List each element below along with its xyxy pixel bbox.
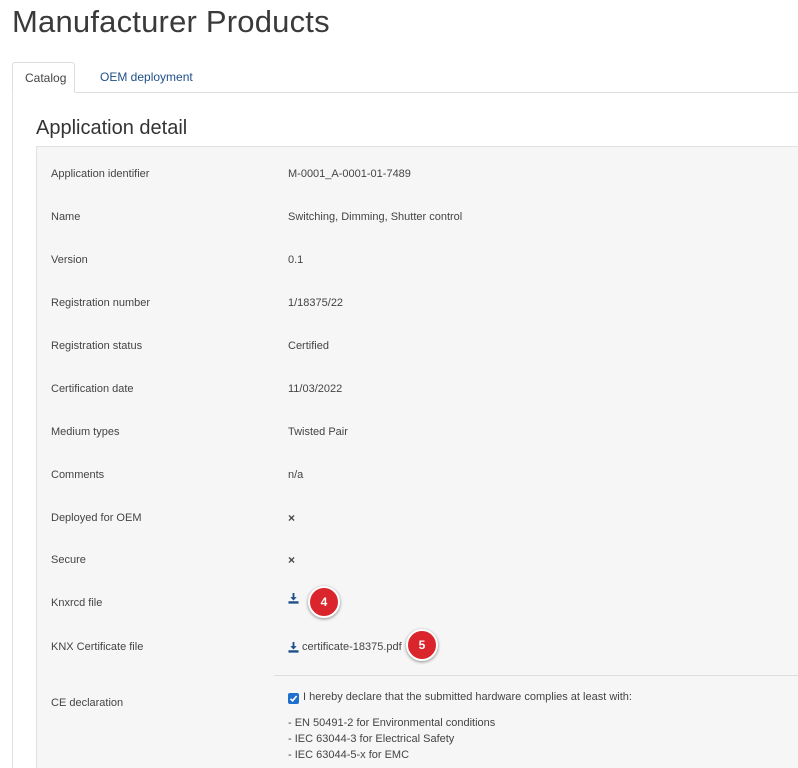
row-label: Registration status xyxy=(51,340,143,352)
ce-declaration-field: I hereby declare that the submitted hard… xyxy=(288,687,632,707)
detail-row-name: Name Switching, Dimming, Shutter control xyxy=(37,207,798,227)
row-label: Registration number xyxy=(51,297,151,309)
row-value: Certified xyxy=(288,340,329,352)
row-label: Secure xyxy=(51,554,86,566)
row-label: Certification date xyxy=(51,383,134,395)
row-label: Knxrcd file xyxy=(51,597,103,609)
annotation-badge-5: 5 xyxy=(406,629,438,661)
row-label: Medium types xyxy=(51,426,120,438)
section-title: Application detail xyxy=(36,117,188,139)
detail-row-registration-status: Registration status Certified xyxy=(37,336,798,356)
detail-row-application-identifier: Application identifier M-0001_A-0001-01-… xyxy=(37,164,798,184)
row-label: Version xyxy=(51,254,88,266)
row-label: Deployed for OEM xyxy=(51,512,142,524)
row-value: 0.1 xyxy=(288,254,304,266)
row-value: Twisted Pair xyxy=(288,426,348,438)
detail-row-medium-types: Medium types Twisted Pair xyxy=(37,422,798,442)
certificate-filename[interactable]: certificate-18375.pdf xyxy=(302,637,402,657)
detail-row-comments: Comments n/a xyxy=(37,465,798,485)
download-icon xyxy=(288,641,299,653)
ce-standard-item: - EN 50491-2 for Environmental condition… xyxy=(288,717,496,729)
detail-row-knxrcd-file: Knxrcd file xyxy=(37,593,798,613)
detail-row-version: Version 0.1 xyxy=(37,250,798,270)
tab-bar: Catalog OEM deployment xyxy=(12,62,798,93)
download-icon xyxy=(288,593,299,604)
row-value: M-0001_A-0001-01-7489 xyxy=(288,168,411,180)
ce-declaration-checkbox-row: I hereby declare that the submitted hard… xyxy=(37,687,798,707)
row-value: n/a xyxy=(288,469,304,481)
tab-catalog[interactable]: Catalog xyxy=(12,62,75,93)
detail-row-registration-number: Registration number 1/18375/22 xyxy=(37,293,798,313)
page-title: Manufacturer Products xyxy=(12,4,330,39)
detail-row-certification-date: Certification date 11/03/2022 xyxy=(37,379,798,399)
row-value: Switching, Dimming, Shutter control xyxy=(288,211,463,223)
x-icon: × xyxy=(288,553,296,567)
row-label: Comments xyxy=(51,469,105,481)
checkmark-icon xyxy=(289,694,298,702)
ce-standard-item: - IEC 63044-3 for Electrical Safety xyxy=(288,733,455,745)
ce-standards-list: - EN 50491-2 for Environmental condition… xyxy=(288,715,495,763)
row-label: Application identifier xyxy=(51,168,150,180)
ce-declaration-checkbox[interactable] xyxy=(288,692,299,704)
annotation-badge-4: 4 xyxy=(308,586,340,618)
certificate-download-link[interactable]: certificate-18375.pdf xyxy=(288,637,402,657)
knxrcd-download-link[interactable] xyxy=(288,593,302,604)
detail-row-deployed-for-oem: Deployed for OEM × xyxy=(37,508,798,528)
ce-standard-item: - IEC 63044-5-x for EMC xyxy=(288,749,410,761)
x-icon: × xyxy=(288,511,296,525)
detail-row-secure: Secure × xyxy=(37,550,798,570)
divider xyxy=(274,675,798,676)
row-label: KNX Certificate file xyxy=(51,641,144,653)
row-label: Name xyxy=(51,211,81,223)
tab-oem-deployment[interactable]: OEM deployment xyxy=(88,62,205,92)
ce-declaration-text: I hereby declare that the submitted hard… xyxy=(303,691,632,703)
row-value: 11/03/2022 xyxy=(288,383,343,395)
application-detail-panel: Application identifier M-0001_A-0001-01-… xyxy=(36,146,798,768)
row-value: 1/18375/22 xyxy=(288,297,344,309)
